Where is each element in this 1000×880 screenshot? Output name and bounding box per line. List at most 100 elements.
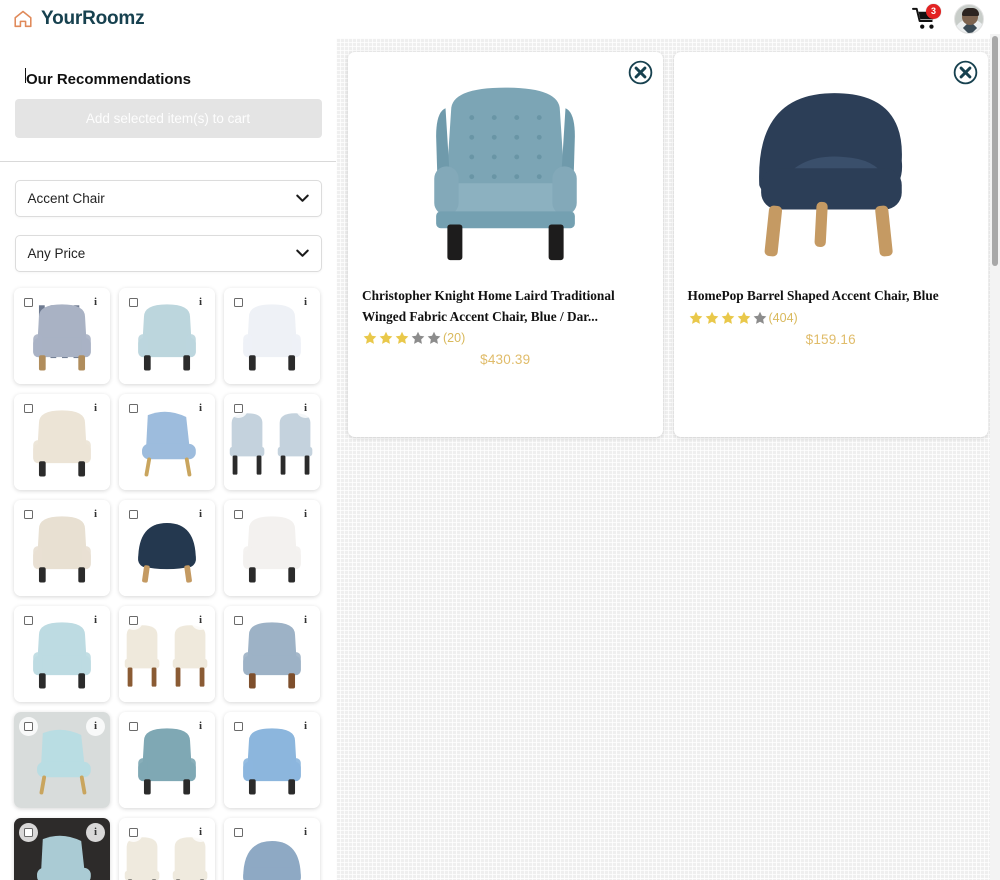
thumbnail-select-checkbox[interactable] (19, 823, 38, 842)
recommendation-thumbnail[interactable]: i (119, 818, 215, 880)
thumbnail-select-checkbox[interactable] (124, 293, 143, 312)
page-scrollbar-thumb[interactable] (992, 36, 998, 266)
recommendation-thumbnail[interactable]: i (119, 606, 215, 702)
thumbnail-info-icon[interactable]: i (86, 611, 105, 630)
thumbnail-info-icon[interactable]: i (296, 611, 315, 630)
star-filled-icon (737, 311, 750, 324)
chevron-down-icon (295, 249, 309, 257)
product-title: Christopher Knight Home Laird Traditiona… (362, 288, 615, 324)
star-filled-icon (379, 331, 393, 345)
thumbnail-info-icon[interactable]: i (86, 505, 105, 524)
close-circle-icon[interactable] (628, 60, 653, 85)
recommendation-thumbnail[interactable]: i (14, 288, 110, 384)
product-rating: (404) (688, 310, 975, 326)
thumbnail-select-checkbox[interactable] (229, 399, 248, 418)
recommendation-thumbnail[interactable]: i (224, 818, 320, 880)
thumbnail-info-icon[interactable]: i (191, 399, 210, 418)
star-filled-icon (721, 311, 734, 324)
close-circle-icon[interactable] (953, 60, 978, 85)
thumbnail-select-checkbox[interactable] (229, 293, 248, 312)
price-select[interactable]: Any Price (14, 235, 322, 272)
review-count: (404) (768, 310, 798, 325)
recommendation-thumbnail[interactable]: i (14, 394, 110, 490)
thumbnail-select-checkbox[interactable] (124, 717, 143, 736)
category-select[interactable]: Accent Chair (14, 180, 322, 217)
star-empty-icon (411, 331, 425, 345)
thumbnail-info-icon[interactable]: i (191, 717, 210, 736)
thumbnail-info-icon[interactable]: i (86, 399, 105, 418)
thumbnail-info-icon[interactable]: i (191, 293, 210, 312)
recommendation-thumbnail[interactable]: i (14, 712, 110, 808)
recommendation-thumbnail[interactable]: i (119, 394, 215, 490)
product-card[interactable]: Christopher Knight Home Laird Traditiona… (348, 52, 663, 437)
brand-logo[interactable]: YourRoomz (12, 8, 145, 30)
brand-name: YourRoomz (41, 8, 145, 29)
star-filled-icon (689, 311, 702, 324)
thumbnail-info-icon[interactable]: i (296, 717, 315, 736)
thumbnail-select-checkbox[interactable] (19, 399, 38, 418)
add-selected-to-cart-button[interactable]: Add selected item(s) to cart (14, 99, 322, 138)
star-filled-icon (395, 331, 409, 345)
thumbnail-select-checkbox[interactable] (229, 611, 248, 630)
thumbnail-select-checkbox[interactable] (124, 399, 143, 418)
thumbnail-select-checkbox[interactable] (19, 293, 38, 312)
recommendation-thumbnail[interactable]: i (14, 500, 110, 596)
recommendation-thumbnail[interactable]: i (224, 394, 320, 490)
star-empty-icon (427, 331, 441, 345)
thumbnail-select-checkbox[interactable] (124, 611, 143, 630)
page-title: Our Recommendations (14, 38, 322, 87)
recommendation-thumbnail[interactable]: i (224, 606, 320, 702)
recommendation-thumbnail[interactable]: i (224, 288, 320, 384)
thumbnail-info-icon[interactable]: i (296, 293, 315, 312)
header-actions: 3 (912, 4, 984, 34)
recommendation-thumbnail[interactable]: i (14, 818, 110, 880)
product-title: HomePop Barrel Shaped Accent Chair, Blue (687, 288, 939, 303)
thumbnail-select-checkbox[interactable] (19, 717, 38, 736)
thumbnail-select-checkbox[interactable] (124, 505, 143, 524)
product-price: $430.39 (480, 352, 531, 368)
recommendation-thumbnail[interactable]: i (224, 712, 320, 808)
thumbnail-select-checkbox[interactable] (229, 505, 248, 524)
review-count: (20) (443, 331, 466, 346)
star-rating (688, 310, 768, 326)
thumbnail-info-icon[interactable]: i (191, 823, 210, 842)
thumbnail-info-icon[interactable]: i (191, 611, 210, 630)
thumbnail-info-icon[interactable]: i (86, 293, 105, 312)
avatar-hair (961, 8, 979, 16)
recommendation-thumbnail[interactable]: i (119, 288, 215, 384)
thumbnail-select-checkbox[interactable] (19, 611, 38, 630)
star-filled-icon (705, 311, 718, 324)
product-price: $159.16 (805, 331, 856, 347)
thumbnail-info-icon[interactable]: i (296, 399, 315, 418)
recommendation-thumbnail[interactable]: i (119, 712, 215, 808)
thumbnail-info-icon[interactable]: i (191, 505, 210, 524)
recommendation-thumbnail-grid: i i i i i i i i i i i i i i i i i i (14, 288, 326, 880)
recommendations-sidebar: Our Recommendations Add selected item(s)… (0, 38, 336, 880)
product-card-row: Christopher Knight Home Laird Traditiona… (348, 52, 988, 437)
product-image (688, 64, 975, 276)
cart-button[interactable]: 3 (912, 4, 941, 31)
thumbnail-select-checkbox[interactable] (229, 717, 248, 736)
thumbnail-info-icon[interactable]: i (296, 505, 315, 524)
cart-badge-count: 3 (926, 4, 941, 19)
recommendation-thumbnail[interactable]: i (14, 606, 110, 702)
category-select-value: Accent Chair (27, 191, 105, 206)
thumbnail-select-checkbox[interactable] (19, 505, 38, 524)
avatar[interactable] (954, 4, 984, 34)
sidebar-divider (0, 161, 336, 162)
thumbnail-select-checkbox[interactable] (124, 823, 143, 842)
recommendation-thumbnail[interactable]: i (224, 500, 320, 596)
recommendation-thumbnail[interactable]: i (119, 500, 215, 596)
star-filled-icon (363, 331, 377, 345)
app-header: YourRoomz 3 (0, 0, 1000, 38)
thumbnail-select-checkbox[interactable] (229, 823, 248, 842)
thumbnail-info-icon[interactable]: i (296, 823, 315, 842)
price-select-value: Any Price (27, 246, 86, 261)
thumbnail-info-icon[interactable]: i (86, 823, 105, 842)
chevron-down-icon (295, 194, 309, 202)
app-root: YourRoomz 3 Our Recommendations Add sele… (0, 0, 1000, 880)
product-card[interactable]: HomePop Barrel Shaped Accent Chair, Blue… (673, 52, 988, 437)
product-rating: (20) (362, 330, 649, 346)
star-empty-icon (753, 311, 766, 324)
thumbnail-info-icon[interactable]: i (86, 717, 105, 736)
